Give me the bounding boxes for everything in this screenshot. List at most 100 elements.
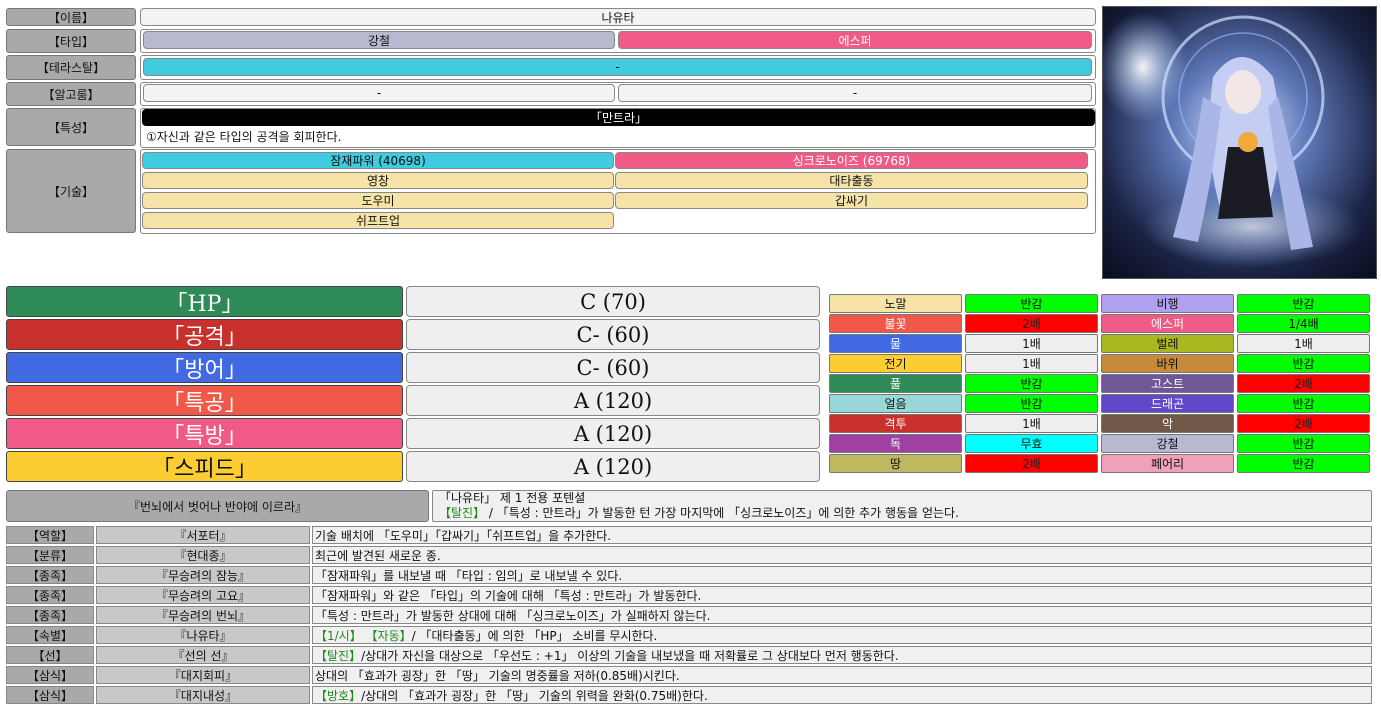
stat-value-attack: C- (60)	[406, 319, 820, 350]
ability-tag: 【탈진】	[315, 648, 362, 663]
ability-category: 【삼식】	[6, 686, 94, 704]
ability-text: 「특성 : 만트라」가 발동한 상대에 대해 「싱크로노이즈」가 실패하지 않는…	[315, 608, 711, 623]
potential-body: 「나유타」 제 1 전용 포텐셜 【탈진】 / 「특성 : 만트라」가 발동한 …	[432, 490, 1372, 522]
skill-chip: 영창	[142, 172, 614, 189]
type-chart-type: 얼음	[829, 394, 962, 413]
type-label: 【타입】	[6, 29, 136, 53]
ability-name: 『서포터』	[96, 526, 310, 544]
tera-value: -	[143, 58, 1092, 76]
stat-value-hp: C (70)	[406, 286, 820, 317]
type1-chip: 강철	[143, 31, 615, 49]
type-chart-effectiveness: 2배	[1237, 374, 1370, 393]
ability-category: 【선】	[6, 646, 94, 664]
ability-category: 【종족】	[6, 586, 94, 604]
type-chart-type: 악	[1101, 414, 1234, 433]
skill-chip: 도우미	[142, 192, 614, 209]
ability-category: 【종족】	[6, 566, 94, 584]
potential-line1: 「나유타」 제 1 전용 포텐셜	[439, 491, 586, 505]
ability-category: 【분류】	[6, 546, 94, 564]
ability-description: 최근에 발견된 새로운 종.	[312, 546, 1372, 564]
type-chart-type: 노말	[829, 294, 962, 313]
type-chart-effectiveness: 1/4배	[1237, 314, 1370, 333]
type-chart-effectiveness: 반감	[1237, 294, 1370, 313]
stat-value-defense: C- (60)	[406, 352, 820, 383]
type-chart-type: 에스퍼	[1101, 314, 1234, 333]
type-chart-effectiveness: 1배	[965, 414, 1098, 433]
type-chart-effectiveness: 1배	[1237, 334, 1370, 353]
ability-description: 「특성 : 만트라」가 발동한 상대에 대해 「싱크로노이즈」가 실패하지 않는…	[312, 606, 1372, 624]
ability-description: 「잠재파워」와 같은 「타입」의 기술에 대해 「특성 : 만트라」가 발동한다…	[312, 586, 1372, 604]
type-chart-effectiveness: 2배	[965, 454, 1098, 473]
stat-value-speed: A (120)	[406, 451, 820, 482]
ability-name: 『대지내성』	[96, 686, 310, 704]
ability-category: 【삼식】	[6, 666, 94, 684]
ability-category: 【속별】	[6, 626, 94, 644]
ability-name: 『무승려의 고요』	[96, 586, 310, 604]
ability-description: 【1/시】 【자동】 / 「대타출동」에 의한 「HP」 소비를 무시한다.	[312, 626, 1372, 644]
ability-tag: 【1/시】 【자동】	[315, 628, 412, 643]
ability-text: / 「대타출동」에 의한 「HP」 소비를 무시한다.	[411, 628, 658, 643]
type-chart-type: 격투	[829, 414, 962, 433]
stat-name-spatk: 「특공」	[6, 385, 403, 416]
ability-description: 상대의 「효과가 굉장」한 「땅」 기술의 명중률을 저하(0.85배)시킨다.	[312, 666, 1372, 684]
ability-description: 「잠재파워」를 내보낼 때 「타입 : 임의」로 내보낼 수 있다.	[312, 566, 1372, 584]
ability-name: 『선의 선』	[96, 646, 310, 664]
type-chart-type: 땅	[829, 454, 962, 473]
type-chart-type: 강철	[1101, 434, 1234, 453]
type-chart-type: 전기	[829, 354, 962, 373]
type-chart-effectiveness: 1배	[965, 354, 1098, 373]
ability-description: 【방호】 /상대의 「효과가 굉장」한 「땅」 기술의 위력을 완화(0.75배…	[312, 686, 1372, 704]
ability-name: 『대지회피』	[96, 666, 310, 684]
type-chart-type: 불꽃	[829, 314, 962, 333]
type-chart-effectiveness: 반감	[1237, 354, 1370, 373]
ability-name: 『무승려의 번뇌』	[96, 606, 310, 624]
skill-chip: 잠재파워 (40698)	[142, 152, 614, 169]
ability-text: 상대의 「효과가 굉장」한 「땅」 기술의 명중률을 저하(0.85배)시킨다.	[315, 668, 680, 683]
type-chart-effectiveness: 반감	[1237, 454, 1370, 473]
type-chart-type: 바위	[1101, 354, 1234, 373]
type-chart-effectiveness: 반감	[965, 294, 1098, 313]
type-chart-type: 고스트	[1101, 374, 1234, 393]
trait-label: 【특성】	[6, 108, 136, 146]
skill-chip: 싱크로노이즈 (69768)	[615, 152, 1088, 169]
algo-label: 【알고룸】	[6, 82, 136, 106]
ability-category: 【역할】	[6, 526, 94, 544]
ability-name: 『무승려의 잠능』	[96, 566, 310, 584]
type2-chip: 에스퍼	[618, 31, 1092, 49]
ability-name: 『나유타』	[96, 626, 310, 644]
stat-name-spdef: 「특방」	[6, 418, 403, 449]
skill-label: 【기술】	[6, 149, 136, 233]
potential-tag: 【탈진】	[439, 506, 486, 520]
algo2-value: -	[618, 84, 1092, 102]
stat-name-speed: 「스피드」	[6, 451, 403, 482]
ability-description: 기술 배치에 「도우미」「갑싸기」「쉬프트업」을 추가한다.	[312, 526, 1372, 544]
type-chart-effectiveness: 반감	[1237, 394, 1370, 413]
type-chart-effectiveness: 2배	[1237, 414, 1370, 433]
ability-text: 「잠재파워」를 내보낼 때 「타입 : 임의」로 내보낼 수 있다.	[315, 568, 623, 583]
skill-chip: 갑싸기	[615, 192, 1088, 209]
type-chart-type: 비행	[1101, 294, 1234, 313]
type-chart-type: 페어리	[1101, 454, 1234, 473]
skill-chip: 대타출동	[615, 172, 1088, 189]
type-chart-effectiveness: 반감	[1237, 434, 1370, 453]
trait-name: 「만트라」	[142, 109, 1095, 126]
ability-text: /상대의 「효과가 굉장」한 「땅」 기술의 위력을 완화(0.75배)한다.	[361, 688, 708, 703]
name-value: 나유타	[140, 8, 1096, 26]
type-chart-effectiveness: 1배	[965, 334, 1098, 353]
name-label: 【이름】	[6, 8, 136, 26]
stat-name-hp: 「HP」	[6, 286, 403, 317]
ability-text: 최근에 발견된 새로운 종.	[315, 548, 441, 563]
ability-text: 「잠재파워」와 같은 「타입」의 기술에 대해 「특성 : 만트라」가 발동한다…	[315, 588, 702, 603]
type-chart-type: 벌레	[1101, 334, 1234, 353]
character-portrait	[1102, 6, 1377, 279]
type-chart-effectiveness: 반감	[965, 374, 1098, 393]
ability-text: 기술 배치에 「도우미」「갑싸기」「쉬프트업」을 추가한다.	[315, 528, 612, 543]
type-chart-effectiveness: 반감	[965, 394, 1098, 413]
ability-description: 【탈진】 /상대가 자신을 대상으로 「우선도 : +1」 이상의 기술을 내보…	[312, 646, 1372, 664]
ability-category: 【종족】	[6, 606, 94, 624]
skill-chip: 쉬프트업	[142, 212, 614, 229]
algo1-value: -	[143, 84, 615, 102]
potential-line2: / 「특성 : 만트라」가 발동한 턴 가장 마지막에 「싱크로노이즈」에 의한…	[485, 506, 959, 520]
type-chart-effectiveness: 무효	[965, 434, 1098, 453]
stat-name-attack: 「공격」	[6, 319, 403, 350]
